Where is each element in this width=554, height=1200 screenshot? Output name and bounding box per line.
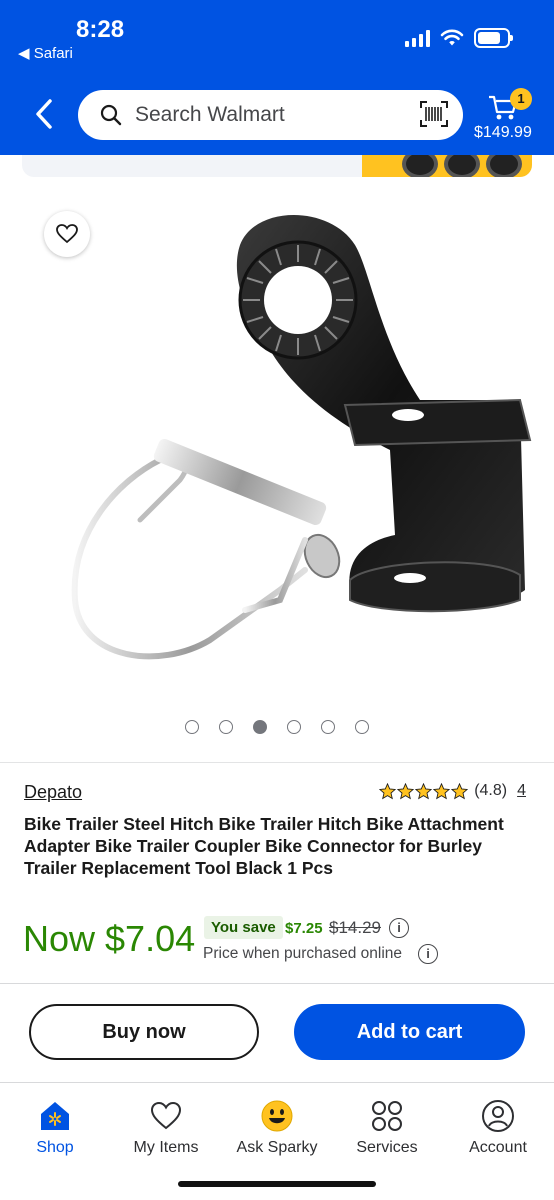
back-arrow-icon[interactable] — [30, 96, 58, 132]
star-icon — [379, 782, 397, 799]
status-icons — [405, 28, 513, 48]
nav-label: Ask Sparky — [236, 1139, 318, 1156]
nav-account[interactable]: Account — [443, 1099, 553, 1157]
promo-banner[interactable] — [22, 155, 532, 177]
info-icon[interactable]: i — [418, 944, 438, 964]
brand-link[interactable]: Depato — [24, 782, 82, 803]
cart-count-badge: 1 — [510, 88, 532, 110]
back-to-safari-link[interactable]: ◀ Safari — [18, 44, 73, 62]
cart-total: $149.99 — [474, 124, 532, 141]
price-note: Price when purchased online — [203, 945, 403, 962]
nav-services[interactable]: Services — [332, 1099, 442, 1157]
gallery-dot[interactable] — [355, 720, 369, 734]
nav-my-items[interactable]: My Items — [111, 1099, 221, 1157]
product-title: Bike Trailer Steel Hitch Bike Trailer Hi… — [24, 814, 504, 878]
status-time: 8:28 — [76, 16, 125, 43]
review-count-link[interactable]: 4 — [517, 782, 526, 800]
barcode-scan-icon[interactable] — [419, 100, 449, 128]
gallery-dot[interactable] — [219, 720, 233, 734]
buy-now-button[interactable]: Buy now — [29, 1004, 259, 1060]
divider — [0, 983, 554, 984]
rating-summary[interactable]: (4.8) 4 — [379, 782, 526, 800]
current-price: Now $7.04 — [23, 918, 196, 959]
info-icon[interactable]: i — [389, 918, 409, 938]
gallery-dot[interactable] — [287, 720, 301, 734]
gallery-dot[interactable] — [185, 720, 199, 734]
cart-button[interactable]: 1 $149.99 — [474, 88, 536, 144]
heart-icon — [56, 224, 78, 244]
was-price: $14.29 — [329, 918, 381, 937]
shop-icon — [41, 1102, 69, 1130]
rating-value: (4.8) — [474, 782, 508, 799]
nav-ask-sparky[interactable]: Ask Sparky — [222, 1099, 332, 1157]
account-icon — [482, 1100, 514, 1132]
nav-label: Account — [469, 1139, 527, 1156]
star-icon — [397, 782, 415, 799]
services-icon — [372, 1101, 402, 1131]
search-placeholder: Search Walmart — [135, 103, 285, 126]
home-indicator[interactable] — [178, 1181, 376, 1187]
nav-label: Shop — [36, 1139, 74, 1156]
search-icon — [100, 104, 122, 126]
heart-icon — [150, 1101, 182, 1130]
you-save-badge: You save — [204, 916, 283, 939]
gallery-dot[interactable] — [253, 720, 267, 734]
nav-label: Services — [356, 1139, 418, 1156]
add-to-cart-button[interactable]: Add to cart — [294, 1004, 525, 1060]
gallery-pagination[interactable] — [0, 720, 554, 734]
app-header: 8:28 ◀ Safari Search Walmart 1 $149.99 — [0, 0, 554, 155]
wifi-icon — [440, 29, 464, 46]
search-input[interactable]: Search Walmart — [78, 90, 463, 140]
save-amount: $7.25 — [285, 920, 323, 937]
cellular-signal-icon — [405, 29, 430, 47]
product-image[interactable] — [0, 185, 554, 705]
star-icon — [415, 782, 433, 799]
tires-banner-image — [362, 155, 532, 177]
star-rating — [379, 782, 469, 800]
divider — [0, 762, 554, 763]
sparky-icon — [261, 1100, 293, 1132]
battery-icon — [474, 28, 513, 48]
star-icon — [433, 782, 451, 799]
gallery-dot[interactable] — [321, 720, 335, 734]
nav-shop[interactable]: Shop — [0, 1099, 110, 1157]
nav-label: My Items — [133, 1139, 199, 1156]
star-icon — [451, 782, 469, 799]
add-to-favorites-button[interactable] — [44, 211, 90, 257]
